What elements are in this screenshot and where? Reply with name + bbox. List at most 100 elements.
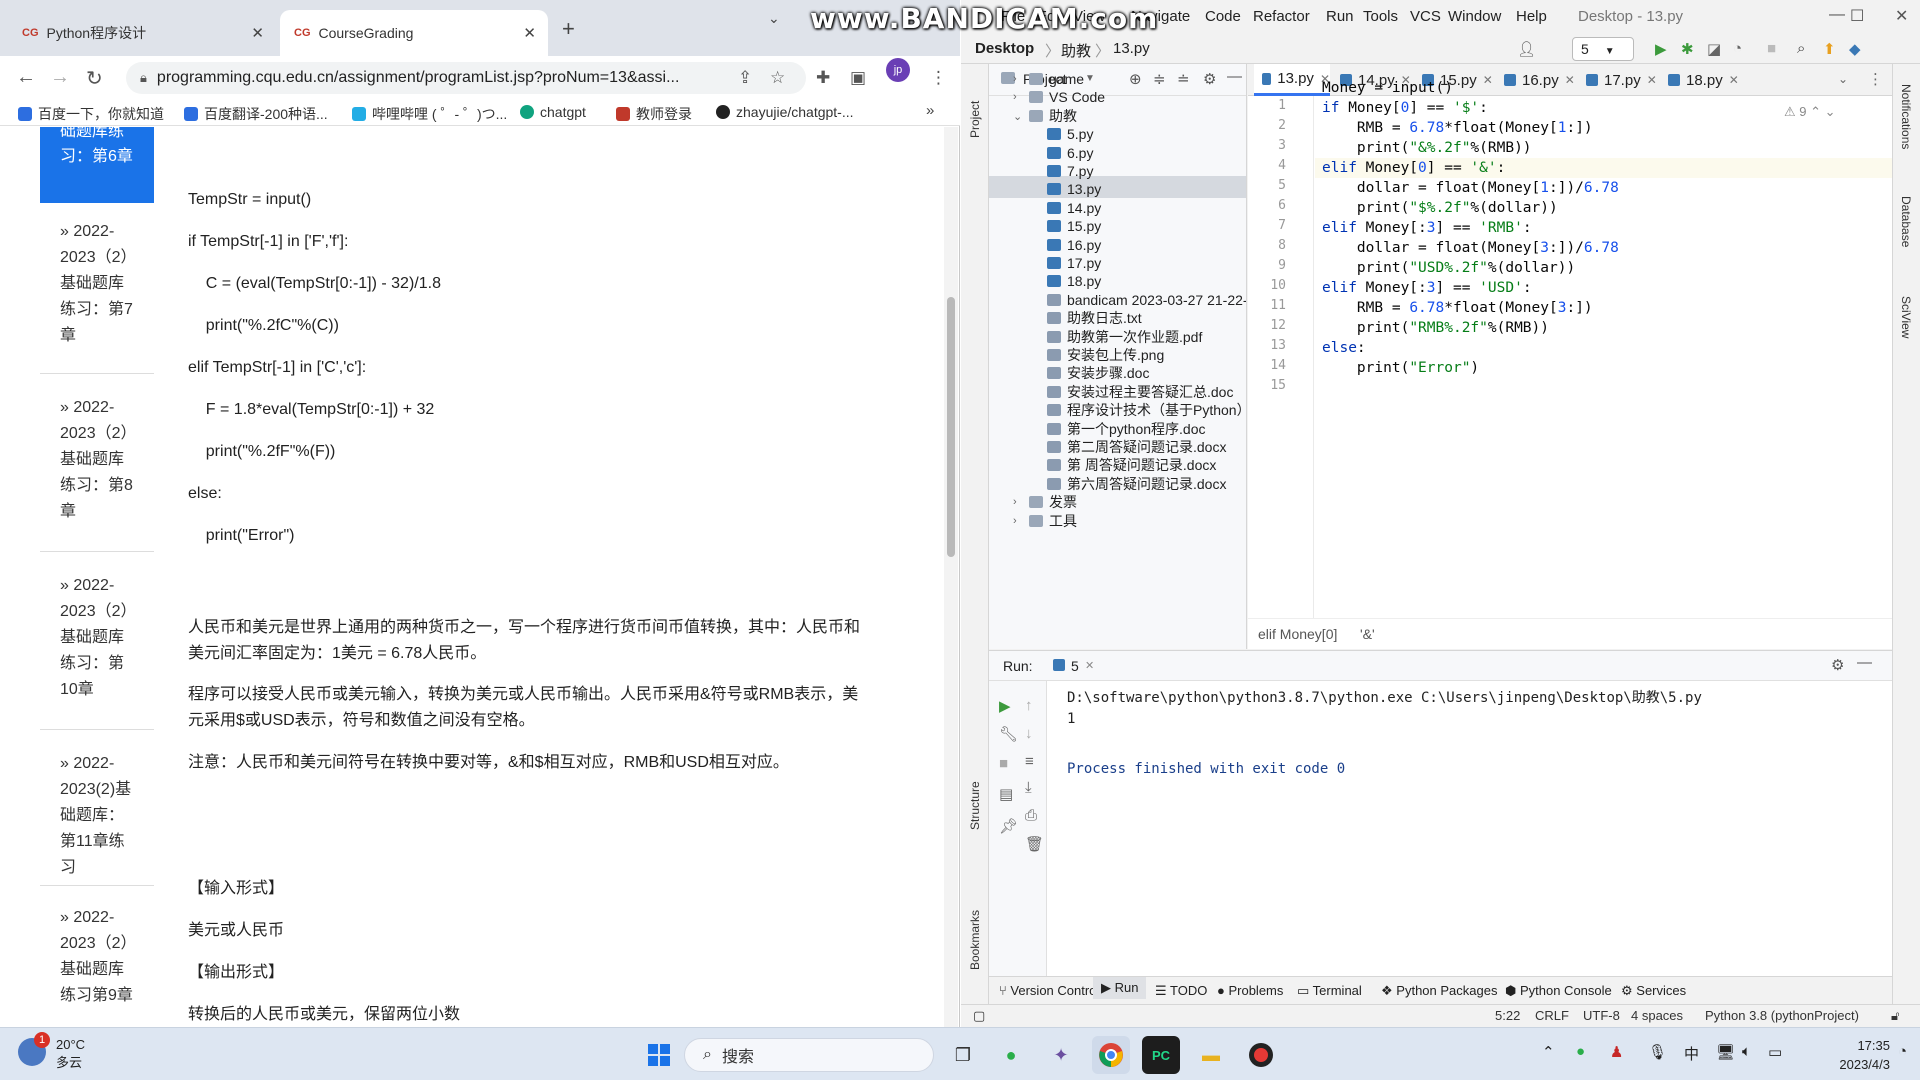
chevron-up-icon[interactable]: ⌃ xyxy=(1542,1043,1555,1061)
code-line-13[interactable]: print("RMB%.2f"%(RMB)) xyxy=(1322,320,1549,336)
bookmark-star-icon[interactable]: ☆ xyxy=(770,68,785,88)
more-bookmarks-icon[interactable]: » xyxy=(926,102,934,119)
code-line-5[interactable]: elif Money[0] == '&': xyxy=(1322,160,1505,176)
code-line-9[interactable]: dollar = float(Money[3:])/6.78 xyxy=(1322,240,1619,256)
sidebar-item-ch8[interactable]: » 2022-2023（2）基础题库练习：第8章 xyxy=(40,395,136,525)
battery-icon[interactable]: ▭ xyxy=(1768,1043,1782,1061)
bookmark-teacher-login[interactable]: 教师登录 xyxy=(616,104,692,124)
trash-icon[interactable]: 🗑︎ xyxy=(1025,835,1044,853)
maximize-icon[interactable]: ☐ xyxy=(1850,6,1864,26)
jetbrains-icon[interactable]: ◆ xyxy=(1849,40,1861,58)
menu-window[interactable]: Window xyxy=(1448,8,1501,25)
close-window-icon[interactable]: ✕ xyxy=(1895,6,1908,26)
rerun-icon[interactable]: ▶ xyxy=(999,697,1011,715)
tree-expand-icon[interactable]: › xyxy=(1013,73,1017,85)
close-tab-icon[interactable]: ✕ xyxy=(523,24,536,42)
menu-run[interactable]: Run xyxy=(1326,8,1354,25)
qq-tray-icon[interactable]: ♟ xyxy=(1610,1043,1623,1061)
scroll-to-end-icon[interactable]: ⤓ xyxy=(1025,779,1032,796)
sidebar-item-ch9[interactable]: » 2022-2023（2）基础题库练习第9章 xyxy=(40,905,136,1009)
file-explorer-icon[interactable]: ▬ xyxy=(1192,1036,1230,1074)
tab-run[interactable]: ▶ Run xyxy=(1093,977,1147,999)
bookmark-baidu-translate[interactable]: 百度翻译-200种语... xyxy=(184,104,328,124)
pycharm-icon[interactable]: PC xyxy=(1142,1036,1180,1074)
menu-help[interactable]: Help xyxy=(1516,8,1547,25)
side-panel-icon[interactable]: ▣ xyxy=(850,68,866,88)
profile-run-icon[interactable]: ◔ xyxy=(1733,40,1742,57)
task-view-icon[interactable]: ❐ xyxy=(944,1036,982,1074)
editor-tab-17[interactable]: 17.py ✕ xyxy=(1586,64,1657,96)
menu-code[interactable]: Code xyxy=(1205,8,1241,25)
hide-panel-icon[interactable]: — xyxy=(1857,654,1872,671)
code-line-12[interactable]: RMB = 6.78*float(Money[3:]) xyxy=(1322,300,1593,316)
code-line-3[interactable]: RMB = 6.78*float(Money[1:]) xyxy=(1322,120,1593,136)
run-tab[interactable]: 5 xyxy=(1071,658,1079,674)
taskbar-search[interactable]: ⌕ 搜索 xyxy=(684,1038,934,1072)
tree-expand-icon[interactable]: › xyxy=(1013,515,1017,527)
browser-tab-coursegrading[interactable]: CG CourseGrading ✕ xyxy=(280,10,548,56)
file-encoding[interactable]: UTF-8 xyxy=(1583,1008,1620,1023)
code-line-10[interactable]: print("USD%.2f"%(dollar)) xyxy=(1322,260,1575,276)
up-arrow-icon[interactable]: ↑ xyxy=(1025,697,1033,714)
cursor-position[interactable]: 5:22 xyxy=(1495,1008,1520,1023)
more-icon[interactable]: ⋮ xyxy=(1868,70,1883,88)
bookmark-baidu[interactable]: 百度一下，你就知道 xyxy=(18,104,164,124)
tab-todo[interactable]: ☰ TODO xyxy=(1155,983,1207,999)
browser-tab-python[interactable]: CG Python程序设计 ✕ xyxy=(8,10,276,56)
project-tool-tab[interactable]: Project xyxy=(968,101,982,138)
sidebar-item-ch7[interactable]: » 2022-2023（2）基础题库练习：第7章 xyxy=(40,219,136,349)
close-tab-icon[interactable]: ✕ xyxy=(1483,73,1493,87)
down-arrow-icon[interactable]: ↓ xyxy=(1025,725,1033,742)
lock-icon[interactable]: 🔓︎ xyxy=(1891,1008,1899,1024)
run-config-dropdown[interactable]: 5 ▼ xyxy=(1572,37,1634,61)
wechat-icon[interactable]: ● xyxy=(992,1036,1030,1074)
gear-icon[interactable]: ⚙ xyxy=(1203,70,1216,88)
tab-version-control[interactable]: ⑂ Version Control xyxy=(999,983,1099,998)
tab-python-packages[interactable]: ❖ Python Packages xyxy=(1381,983,1497,999)
code-line-2[interactable]: if Money[0] == '$': xyxy=(1322,100,1488,116)
python-interpreter[interactable]: Python 3.8 (pythonProject) xyxy=(1705,1008,1859,1023)
debug-icon[interactable]: ✱ xyxy=(1681,40,1694,58)
bookmarks-tool-tab[interactable]: Bookmarks xyxy=(968,910,982,970)
input-language[interactable]: 中 xyxy=(1684,1043,1699,1064)
search-icon[interactable]: ⌕ xyxy=(1797,40,1805,57)
code-line-14[interactable]: else: xyxy=(1322,340,1366,356)
hide-panel-icon[interactable]: — xyxy=(1227,68,1242,85)
sidebar-item-ch10[interactable]: » 2022-2023（2）基础题库练习：第10章 xyxy=(40,573,136,703)
layout-toggle-icon[interactable]: ▢ xyxy=(973,1008,985,1024)
bookmark-bilibili[interactable]: 哔哩哔哩 ( ゜- ゜)つ... xyxy=(352,104,507,124)
scrollbar-thumb[interactable] xyxy=(947,297,955,557)
soft-wrap-icon[interactable]: ≡ xyxy=(1025,753,1034,770)
code-line-4[interactable]: print("&%.2f"%(RMB)) xyxy=(1322,140,1532,156)
close-tab-icon[interactable]: ✕ xyxy=(251,24,264,42)
database-tool-tab[interactable]: Database xyxy=(1899,196,1913,247)
code-line-6[interactable]: dollar = float(Money[1:])/6.78 xyxy=(1322,180,1619,196)
close-tab-icon[interactable]: ✕ xyxy=(1565,73,1575,87)
extensions-icon[interactable]: ✚ xyxy=(816,68,830,88)
close-tab-icon[interactable]: ✕ xyxy=(1647,73,1657,87)
chevron-down-icon[interactable]: ⌄ xyxy=(1838,72,1848,86)
pin-icon[interactable]: 📌︎ xyxy=(999,817,1018,835)
print-icon[interactable]: ⎙ xyxy=(1025,807,1037,824)
locate-icon[interactable]: ⊕ xyxy=(1129,70,1142,88)
new-tab-button[interactable]: + xyxy=(562,16,575,42)
tab-terminal[interactable]: ▭ Terminal xyxy=(1297,983,1362,999)
close-tab-icon[interactable]: ✕ xyxy=(1729,73,1739,87)
notifications-tool-tab[interactable]: Notifications xyxy=(1899,84,1913,149)
minimize-icon[interactable]: — xyxy=(1829,6,1845,24)
browser-menu-icon[interactable]: ⋮ xyxy=(930,68,947,88)
user-icon[interactable]: 👤︎ xyxy=(1517,40,1536,58)
tab-problems[interactable]: ● Problems xyxy=(1217,983,1283,998)
address-bar[interactable]: 🔒︎ programming.cqu.edu.cn/assignment/pro… xyxy=(126,62,806,94)
coverage-icon[interactable]: ◪ xyxy=(1707,40,1721,58)
weather-widget[interactable]: 20°C 多云 xyxy=(56,1036,85,1072)
sidebar-item-active[interactable]: 础题库练习：第6章 xyxy=(40,127,154,203)
close-tab-icon[interactable]: ✕ xyxy=(1085,659,1094,672)
reload-icon[interactable]: ↻ xyxy=(86,66,103,91)
tree-expand-icon[interactable]: › xyxy=(1013,91,1017,103)
sidebar-item-ch11[interactable]: » 2022-2023(2)基础题库：第11章练习 xyxy=(40,751,136,881)
code-line-7[interactable]: print("$%.2f"%(dollar)) xyxy=(1322,200,1558,216)
editor-tab-13[interactable]: 13.py ✕ xyxy=(1254,64,1330,96)
bookmark-github[interactable]: zhayujie/chatgpt-... xyxy=(716,104,854,120)
update-icon[interactable]: ⬆ xyxy=(1823,40,1836,58)
